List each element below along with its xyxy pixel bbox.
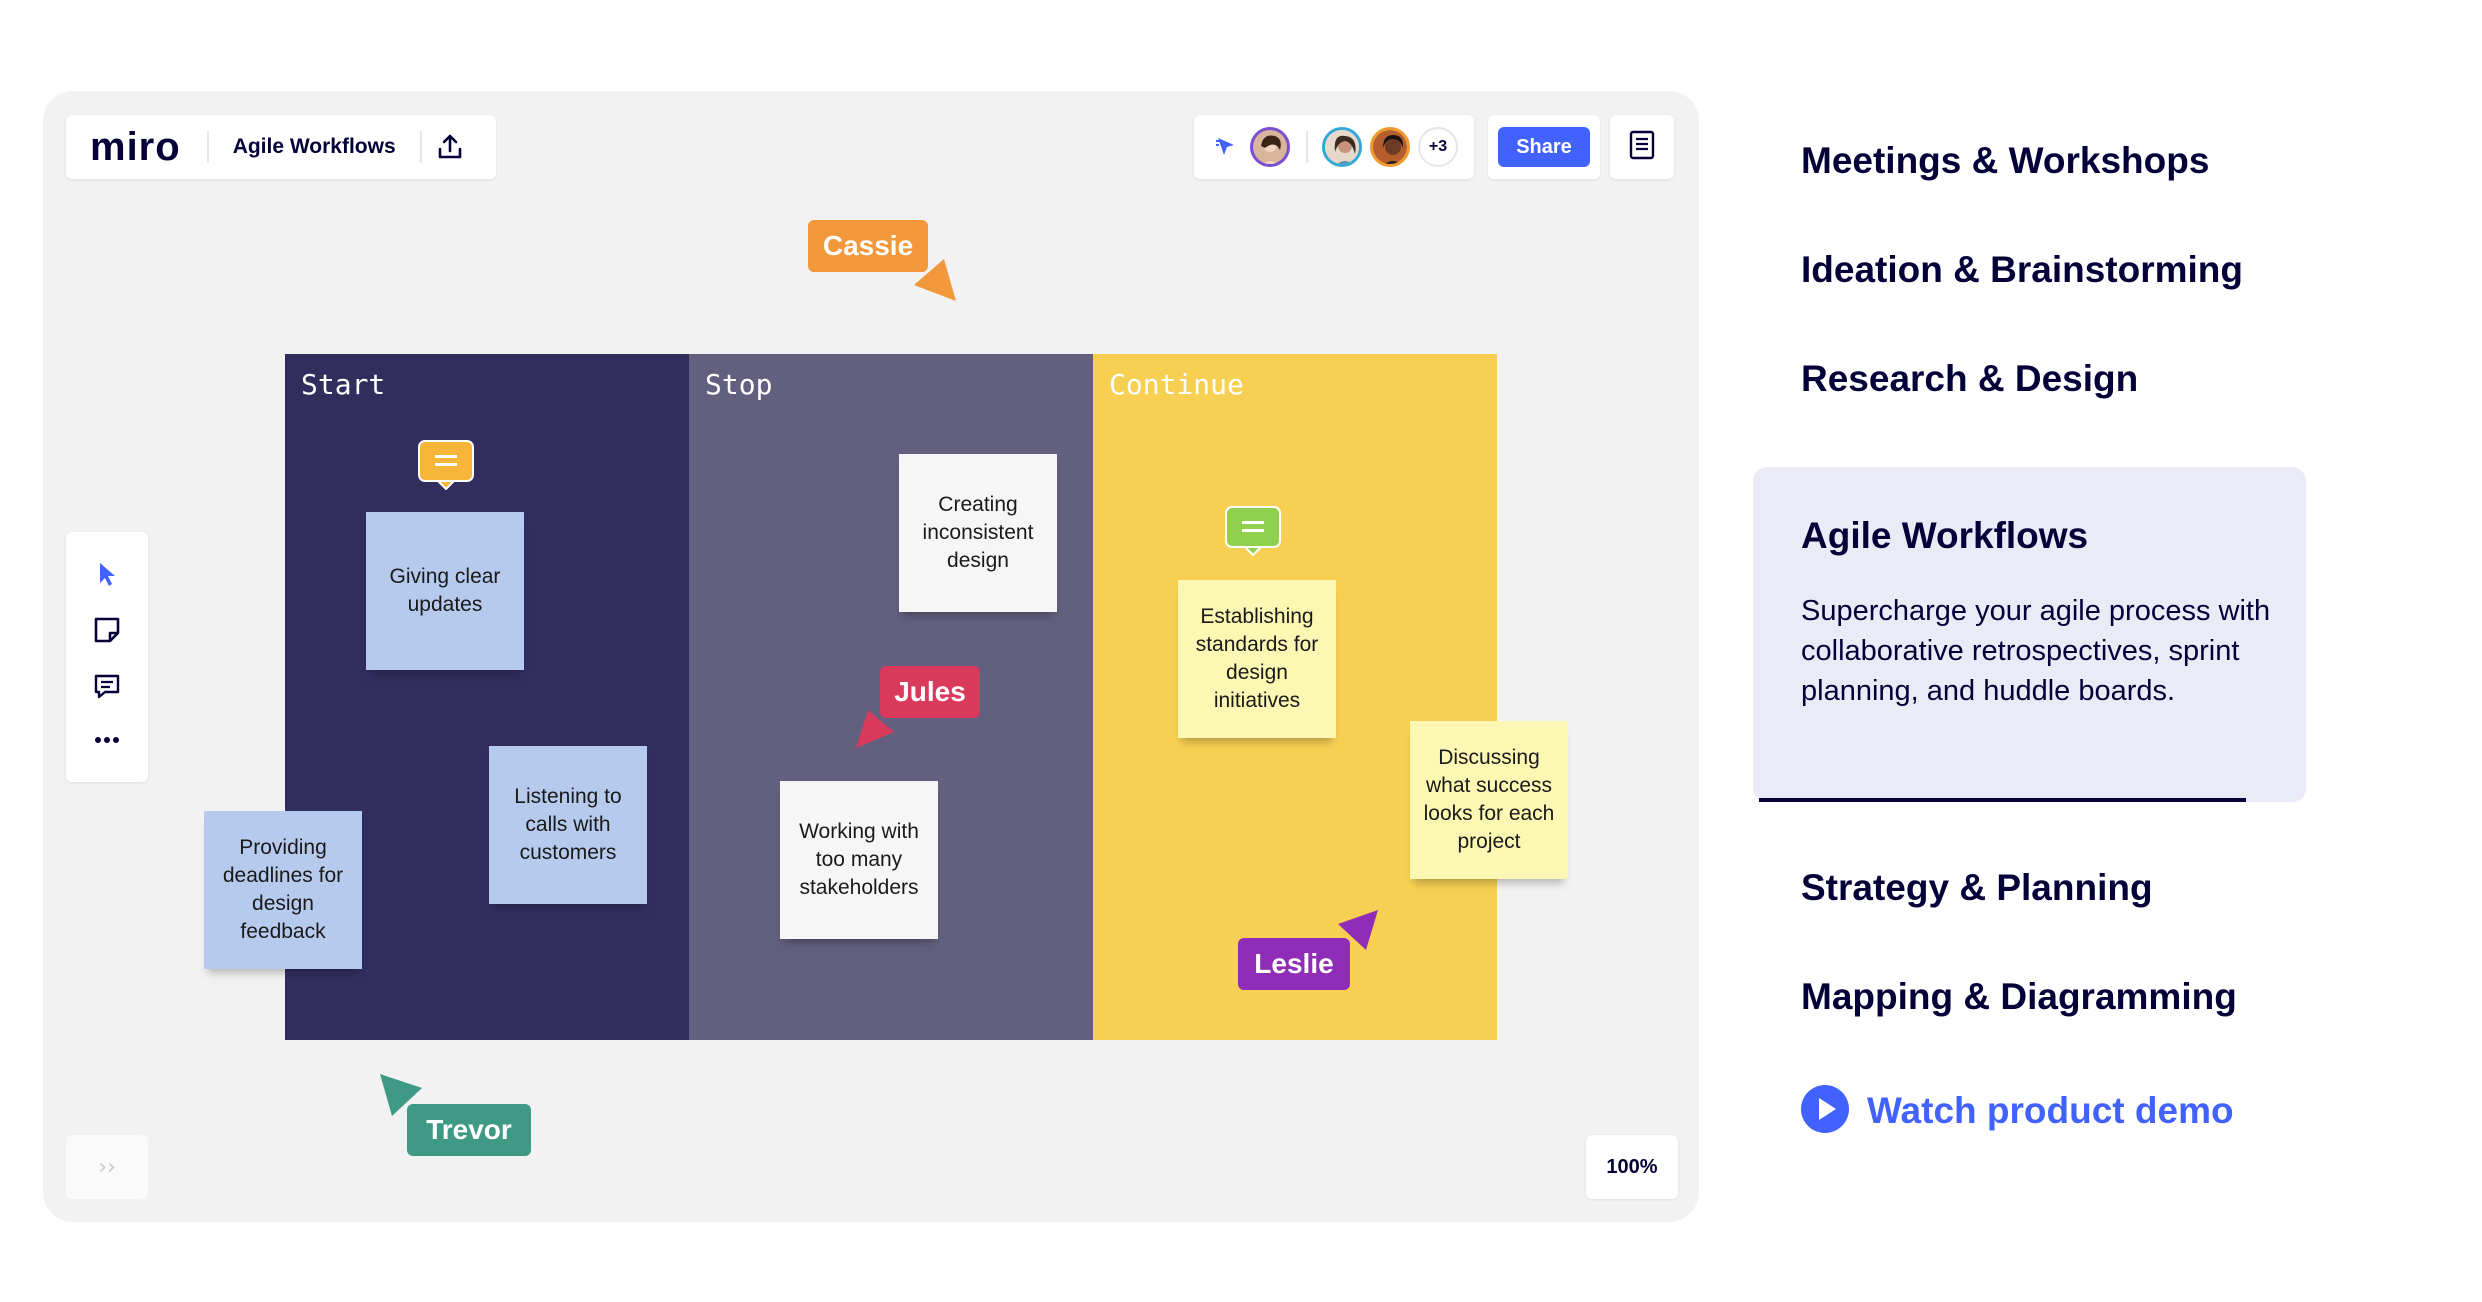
menu-item-strategy-planning[interactable]: Strategy & Planning: [1801, 867, 2153, 909]
board-header: miro Agile Workflows: [66, 115, 496, 179]
notes-icon: [1628, 130, 1656, 164]
column-title: Stop: [705, 368, 773, 401]
divider: [206, 131, 209, 163]
cursor-arrow-icon: [856, 710, 894, 748]
extra-collaborators-count[interactable]: +3: [1418, 127, 1458, 167]
sticky-note[interactable]: Giving clear updates: [366, 512, 524, 670]
menu-item-research-design[interactable]: Research & Design: [1801, 358, 2138, 400]
column-title: Start: [301, 368, 386, 401]
follow-cursor-icon[interactable]: [1214, 135, 1238, 163]
notes-button[interactable]: [1610, 115, 1674, 179]
avatar[interactable]: [1250, 127, 1290, 167]
watch-demo-link[interactable]: Watch product demo: [1801, 1085, 2234, 1137]
active-menu-title: Agile Workflows: [1801, 515, 2089, 556]
expand-panel-button[interactable]: ››: [66, 1135, 148, 1199]
comment-icon[interactable]: [418, 440, 474, 491]
avatar[interactable]: [1322, 127, 1362, 167]
more-icon[interactable]: [87, 720, 127, 760]
sticky-note[interactable]: Working with too many stakeholders: [780, 781, 938, 939]
menu-item-mapping-diagramming[interactable]: Mapping & Diagramming: [1801, 976, 2237, 1018]
progress-underline: [1759, 798, 2246, 802]
sticky-note[interactable]: Listening to calls with customers: [489, 746, 647, 904]
comment-icon[interactable]: [87, 666, 127, 706]
cursor-select-icon[interactable]: [87, 554, 127, 594]
comment-icon[interactable]: [1225, 506, 1281, 557]
active-menu-description: Supercharge your agile process with coll…: [1801, 595, 2271, 707]
sticky-note-icon[interactable]: [87, 610, 127, 650]
board-title[interactable]: Agile Workflows: [233, 135, 396, 159]
sticky-note[interactable]: Establishing standards for design initia…: [1178, 580, 1336, 738]
play-icon: [1801, 1085, 1849, 1137]
avatar[interactable]: [1370, 127, 1410, 167]
watch-demo-label: Watch product demo: [1867, 1090, 2234, 1131]
menu-item-agile-workflows-active[interactable]: Agile Workflows Supercharge your agile p…: [1753, 467, 2306, 802]
tools-panel: [66, 532, 148, 782]
cursor-arrow-icon: [380, 1074, 422, 1116]
share-button[interactable]: Share: [1498, 127, 1590, 167]
collaborators-bar: +3: [1194, 115, 1474, 179]
share-container: Share: [1488, 115, 1600, 179]
cursor-label-trevor: Trevor: [407, 1104, 531, 1156]
column-title: Continue: [1109, 368, 1244, 401]
zoom-level[interactable]: 100%: [1586, 1135, 1678, 1199]
divider: [419, 131, 422, 163]
cursor-label-cassie: Cassie: [808, 220, 928, 272]
cursor-arrow-icon: [914, 259, 956, 301]
sticky-note[interactable]: Discussing what success looks for each p…: [1410, 721, 1568, 879]
menu-item-ideation-brainstorming[interactable]: Ideation & Brainstorming: [1801, 249, 2243, 291]
divider: [1306, 131, 1308, 163]
cursor-label-leslie: Leslie: [1238, 938, 1350, 990]
cursor-arrow-icon: [1338, 910, 1378, 950]
miro-logo[interactable]: miro: [90, 125, 181, 170]
upload-icon[interactable]: [430, 127, 470, 167]
menu-item-meetings-workshops[interactable]: Meetings & Workshops: [1801, 140, 2209, 182]
sticky-note[interactable]: Providing deadlines for design feedback: [204, 811, 362, 969]
sticky-note[interactable]: Creating inconsistent design: [899, 454, 1057, 612]
